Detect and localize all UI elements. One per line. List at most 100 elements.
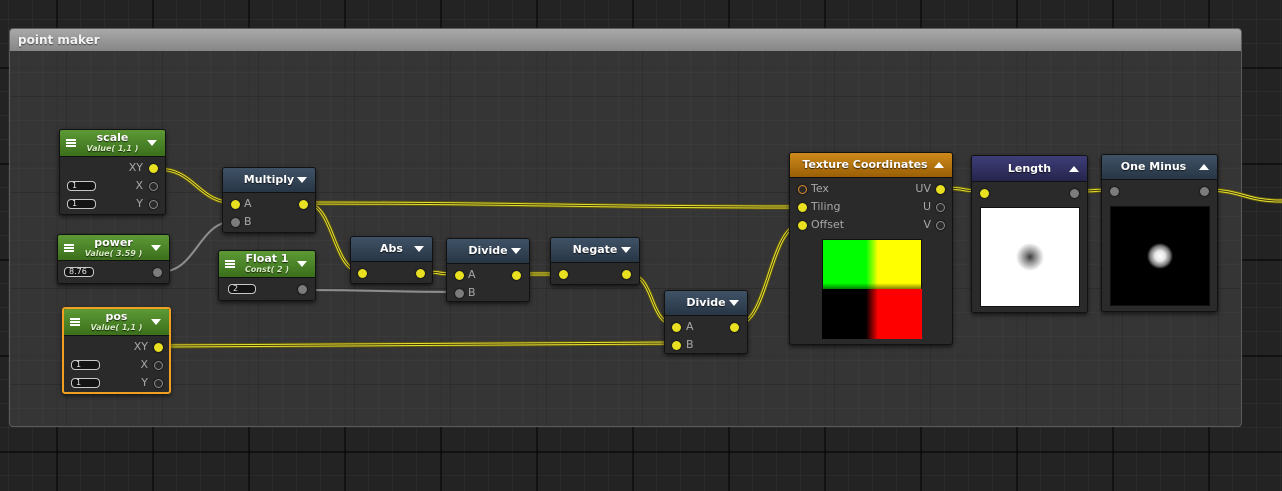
node-negate[interactable]: Negate	[550, 237, 640, 285]
input-pin[interactable]	[1110, 186, 1119, 196]
node-length[interactable]: Length	[971, 155, 1088, 313]
triangle-down-icon[interactable]	[621, 247, 631, 253]
io-row	[351, 264, 432, 282]
node-header[interactable]: Abs	[351, 237, 432, 262]
triangle-down-icon[interactable]	[297, 261, 307, 267]
output-pin-xy[interactable]	[154, 342, 163, 352]
output-pin[interactable]	[622, 269, 631, 279]
y-value-field[interactable]: 1	[71, 378, 100, 388]
node-title: One Minus	[1120, 160, 1187, 173]
input-pin-tiling[interactable]	[798, 202, 807, 212]
node-float-1[interactable]: Float 1 Const( 2 ) 2	[218, 250, 316, 301]
float-value-field[interactable]: 2	[228, 284, 256, 294]
input-pin-offset[interactable]	[798, 220, 807, 230]
triangle-down-icon[interactable]	[511, 248, 521, 254]
node-header[interactable]: scale Value( 1,1 )	[60, 130, 165, 157]
hamburger-menu-icon[interactable]	[66, 139, 76, 147]
output-pin[interactable]	[512, 270, 521, 280]
output-pin-y[interactable]	[149, 199, 158, 209]
node-header[interactable]: Divide	[665, 291, 747, 316]
input-pin-a[interactable]	[455, 270, 464, 280]
node-divide-1[interactable]: Divide A B	[446, 238, 530, 302]
input-pin[interactable]	[358, 268, 367, 278]
input-label: B	[468, 286, 476, 299]
hamburger-menu-icon[interactable]	[70, 318, 80, 326]
triangle-down-icon[interactable]	[151, 244, 161, 251]
input-pin-b[interactable]	[455, 288, 464, 298]
input-pin-b[interactable]	[672, 340, 681, 350]
node-header[interactable]: pos Value( 1,1 )	[64, 309, 169, 336]
output-pin[interactable]	[299, 199, 308, 209]
output-pin[interactable]	[298, 284, 307, 294]
input-label: Tiling	[811, 200, 841, 213]
output-pin[interactable]	[1070, 188, 1079, 198]
input-pin-tex[interactable]	[798, 184, 807, 194]
io-row	[972, 184, 1087, 202]
output-pin[interactable]	[730, 322, 739, 332]
output-label: Y	[136, 197, 143, 210]
node-header[interactable]: Float 1 Const( 2 )	[219, 251, 315, 278]
x-value-field[interactable]: 1	[71, 360, 100, 370]
triangle-up-icon[interactable]	[1069, 165, 1079, 172]
node-header[interactable]: Length	[972, 156, 1087, 182]
node-header[interactable]: One Minus	[1102, 155, 1217, 180]
node-header[interactable]: Divide	[447, 239, 529, 264]
node-title: scale	[96, 131, 129, 144]
input-row-b: B	[447, 284, 529, 302]
node-texture-coordinates[interactable]: Texture Coordinates Tex UV Tiling U Offs…	[789, 152, 953, 345]
node-multiply[interactable]: Multiply A B	[222, 167, 316, 233]
input-row-a: A	[447, 266, 529, 284]
output-row-x: 1 X	[64, 356, 169, 374]
hamburger-menu-icon[interactable]	[225, 260, 235, 268]
node-pos[interactable]: pos Value( 1,1 ) XY 1 X 1 Y	[62, 307, 171, 394]
node-power[interactable]: power Value( 3.59 ) 8.76	[57, 234, 170, 284]
node-subtitle: Const( 2 )	[244, 265, 290, 274]
output-label: Y	[141, 376, 148, 389]
node-subtitle: Value( 1,1 )	[90, 323, 143, 332]
output-pin[interactable]	[153, 267, 162, 277]
input-pin[interactable]	[980, 188, 989, 198]
triangle-down-icon[interactable]	[147, 140, 157, 146]
node-header[interactable]: Multiply	[223, 168, 315, 193]
input-pin-a[interactable]	[231, 199, 240, 209]
node-title: Abs	[380, 242, 403, 255]
node-one-minus[interactable]: One Minus	[1101, 154, 1218, 312]
output-pin[interactable]	[416, 268, 425, 278]
triangle-up-icon[interactable]	[1199, 164, 1209, 170]
node-scale[interactable]: scale Value( 1,1 ) XY 1 X 1 Y	[59, 129, 166, 215]
input-label: Tex	[811, 182, 829, 195]
triangle-down-icon[interactable]	[151, 319, 161, 325]
length-preview	[980, 207, 1080, 307]
output-pin-v[interactable]	[936, 220, 945, 230]
output-pin-u[interactable]	[936, 202, 945, 212]
input-pin[interactable]	[559, 269, 568, 279]
triangle-down-icon[interactable]	[297, 177, 307, 183]
input-label: B	[244, 215, 252, 228]
output-label: X	[135, 179, 143, 192]
output-pin-xy[interactable]	[149, 163, 158, 173]
y-value-field[interactable]: 1	[67, 199, 96, 209]
input-row-a: A	[665, 318, 747, 336]
node-header[interactable]: power Value( 3.59 )	[58, 235, 169, 261]
triangle-down-icon[interactable]	[729, 300, 739, 306]
power-value-field[interactable]: 8.76	[64, 267, 94, 277]
hamburger-menu-icon[interactable]	[64, 243, 74, 252]
output-pin[interactable]	[1200, 186, 1209, 196]
output-pin-x[interactable]	[154, 360, 163, 370]
x-value-field[interactable]: 1	[67, 181, 96, 191]
node-title: pos	[105, 310, 128, 323]
input-pin-a[interactable]	[672, 322, 681, 332]
input-pin-b[interactable]	[231, 217, 240, 227]
node-header[interactable]: Texture Coordinates	[790, 153, 952, 178]
node-abs[interactable]: Abs	[350, 236, 433, 284]
frame-title[interactable]: point maker	[10, 29, 1241, 51]
node-divide-2[interactable]: Divide A B	[664, 290, 748, 354]
node-header[interactable]: Negate	[551, 238, 639, 263]
output-pin-y[interactable]	[154, 378, 163, 388]
triangle-down-icon[interactable]	[414, 246, 424, 252]
output-pin-x[interactable]	[149, 181, 158, 191]
output-pin-uv[interactable]	[936, 184, 945, 194]
triangle-up-icon[interactable]	[934, 162, 944, 168]
output-label: UV	[915, 182, 931, 195]
output-row-x: 1 X	[60, 177, 165, 195]
